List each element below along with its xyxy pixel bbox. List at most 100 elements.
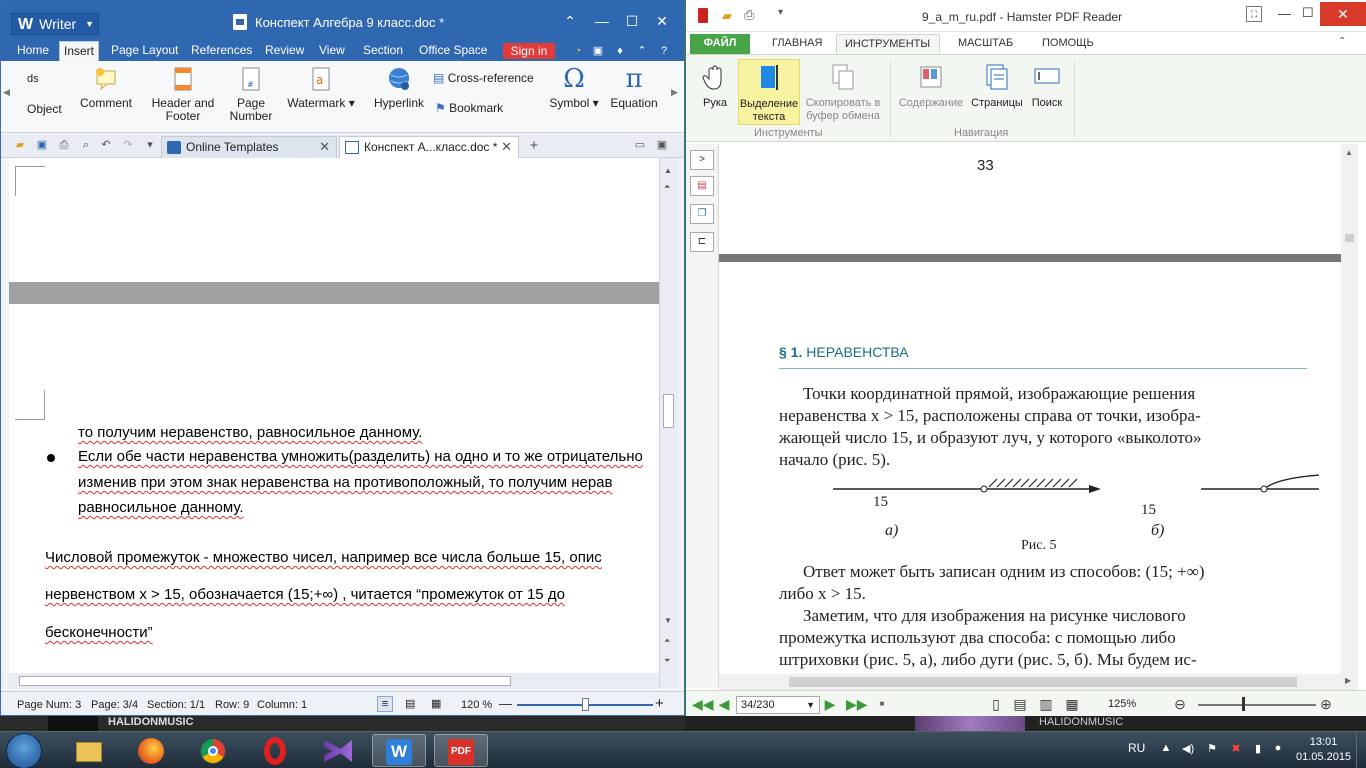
tray-app-icon[interactable]: ●: [1272, 742, 1284, 756]
scroll-right-icon[interactable]: ▶: [1345, 676, 1351, 685]
writer-app-menu-button[interactable]: W Writer ▼: [11, 13, 99, 35]
tab-list-icon[interactable]: ▭: [633, 139, 647, 152]
horizontal-scrollbar[interactable]: [9, 673, 659, 689]
watermark-button[interactable]: a Watermark ▾: [285, 65, 357, 110]
view-web-layout-icon[interactable]: ▤: [405, 697, 415, 710]
sidebar-search-icon[interactable]: ⊏: [690, 232, 714, 252]
pdf-horizontal-scrollbar[interactable]: ▶: [719, 674, 1358, 690]
taskbar-pdf-reader[interactable]: PDF: [434, 734, 488, 767]
hscroll-thumb[interactable]: [789, 677, 1297, 687]
battery-icon[interactable]: ▮: [1252, 742, 1264, 756]
fullscreen-icon[interactable]: ⛶: [1246, 6, 1262, 22]
help-icon[interactable]: ?: [657, 44, 671, 58]
symbol-button[interactable]: Ω Symbol ▾: [547, 65, 601, 110]
close-tab-icon[interactable]: ✕: [319, 137, 330, 157]
copy-clipboard-button[interactable]: Скопировать в буфер обмена: [802, 59, 884, 123]
menu-review[interactable]: Review: [261, 41, 308, 61]
prev-page-icon[interactable]: ⏶: [664, 636, 670, 646]
comment-button[interactable]: Comment: [79, 65, 133, 110]
menu-office-space[interactable]: Office Space: [415, 41, 491, 61]
ribbon-collapse-icon[interactable]: ⌃: [557, 9, 583, 33]
object-button[interactable]: Object: [27, 103, 62, 116]
flag-icon[interactable]: ⚑: [1206, 742, 1218, 756]
page-number-box[interactable]: 34/230 ▼: [736, 696, 820, 714]
minimize-button[interactable]: —: [1278, 6, 1291, 21]
prev-page-icon[interactable]: ◀: [716, 696, 732, 712]
menu-view[interactable]: View: [315, 41, 349, 61]
vertical-scrollbar[interactable]: ▲ ⏶ ▼ ⏶ ⏷: [659, 158, 678, 688]
open-folder-icon[interactable]: ▰: [722, 8, 732, 24]
scroll-thumb[interactable]: [663, 394, 674, 428]
tab-close-all-icon[interactable]: ▣: [655, 139, 669, 152]
last-page-icon[interactable]: ▶▶: [846, 696, 868, 712]
minimize-button[interactable]: —: [589, 9, 615, 33]
undo-icon[interactable]: ↶: [99, 139, 113, 152]
zoom-slider-handle[interactable]: [582, 698, 589, 711]
scroll-up-icon[interactable]: ⏶: [664, 182, 670, 192]
view-print-layout-icon[interactable]: ≡: [377, 696, 393, 712]
taskbar-opera[interactable]: [248, 734, 302, 767]
hand-tool-button[interactable]: Рука: [694, 59, 736, 110]
qat-more-icon[interactable]: ▾: [778, 7, 783, 18]
sign-in-button[interactable]: Sign in: [503, 43, 555, 59]
pages-button[interactable]: Страницы: [968, 59, 1026, 110]
continuous-view-icon[interactable]: ▤: [1012, 696, 1028, 712]
tab-help[interactable]: ПОМОЩЬ: [1034, 34, 1102, 54]
taskbar-wps-writer[interactable]: W: [372, 734, 426, 767]
print-preview-icon[interactable]: ⌕: [79, 139, 93, 152]
open-folder-icon[interactable]: ▰: [13, 139, 27, 152]
sidebar-expand-icon[interactable]: >: [690, 150, 714, 170]
shirt-icon[interactable]: ♦: [613, 44, 627, 58]
tab-online-templates[interactable]: Online Templates ✕: [161, 136, 337, 158]
select-text-button[interactable]: Выделение текста: [738, 59, 800, 125]
menu-page-layout[interactable]: Page Layout: [107, 41, 182, 61]
close-tab-icon[interactable]: ✕: [501, 137, 512, 157]
search-button[interactable]: Поиск: [1028, 59, 1066, 110]
tab-document[interactable]: Конспект А...класс.doc * ✕: [339, 136, 519, 158]
close-button[interactable]: ✕: [649, 9, 675, 33]
tab-tools[interactable]: ИНСТРУМЕНТЫ: [836, 34, 940, 54]
facing-view-icon[interactable]: ▥: [1038, 696, 1054, 712]
pdf-zoom-slider[interactable]: [1198, 704, 1316, 706]
contents-button[interactable]: Содержание: [896, 59, 966, 110]
next-page-icon[interactable]: ▶: [822, 696, 838, 712]
scroll-up-icon[interactable]: ▲: [664, 166, 672, 175]
hyperlink-button[interactable]: Hyperlink: [371, 65, 427, 110]
ribbon-scroll-left-icon[interactable]: ◀: [3, 87, 10, 98]
cross-reference-button[interactable]: ▤ Cross-reference: [433, 71, 534, 85]
close-button[interactable]: ✕: [1320, 2, 1366, 26]
first-page-icon[interactable]: ◀◀: [692, 696, 714, 712]
sidebar-bookmarks-icon[interactable]: ▤: [690, 176, 714, 196]
scroll-down-icon[interactable]: ▼: [664, 616, 672, 625]
scroll-thumb[interactable]: [1345, 234, 1354, 242]
taskbar-firefox[interactable]: [124, 734, 178, 767]
collapse-icon[interactable]: ⌃: [635, 44, 649, 58]
print-icon[interactable]: ⎙: [57, 139, 71, 152]
tab-home[interactable]: ГЛАВНАЯ: [764, 34, 830, 54]
view-outline-icon[interactable]: ▦: [431, 697, 441, 710]
pdf-zoom-handle[interactable]: [1242, 697, 1245, 711]
taskbar-visual-studio[interactable]: [310, 734, 364, 767]
zoom-in-icon[interactable]: ⊕: [1318, 696, 1334, 712]
clock[interactable]: 13:01 01.05.2015: [1296, 735, 1351, 765]
show-desktop-button[interactable]: [1356, 732, 1366, 768]
zoom-out-icon[interactable]: —: [499, 696, 512, 711]
print-icon[interactable]: ⎙: [744, 7, 754, 23]
network-icon[interactable]: ✖: [1230, 742, 1242, 756]
save-icon[interactable]: ▣: [35, 139, 49, 152]
equation-button[interactable]: π Equation: [607, 65, 661, 110]
hscroll-thumb[interactable]: [19, 676, 511, 686]
facing-continuous-view-icon[interactable]: ▦: [1064, 696, 1080, 712]
share-icon[interactable]: ▣: [591, 44, 605, 58]
sidebar-pages-icon[interactable]: ❐: [690, 204, 714, 224]
header-footer-button[interactable]: Header and Footer: [147, 65, 219, 123]
ribbon-collapse-icon[interactable]: ⌃: [1338, 36, 1346, 47]
page-number-button[interactable]: # Page Number: [223, 65, 279, 123]
next-page-icon[interactable]: ⏷: [664, 656, 670, 666]
ribbon-scroll-right-icon[interactable]: ▶: [671, 87, 678, 98]
bookmark-button[interactable]: ⚑ Bookmark: [435, 101, 503, 115]
new-tab-icon[interactable]: +: [527, 138, 541, 153]
stop-icon[interactable]: ■: [874, 696, 890, 712]
single-page-view-icon[interactable]: ▯: [988, 696, 1004, 712]
document-area[interactable]: то получим неравенство, равносильное дан…: [9, 158, 659, 688]
